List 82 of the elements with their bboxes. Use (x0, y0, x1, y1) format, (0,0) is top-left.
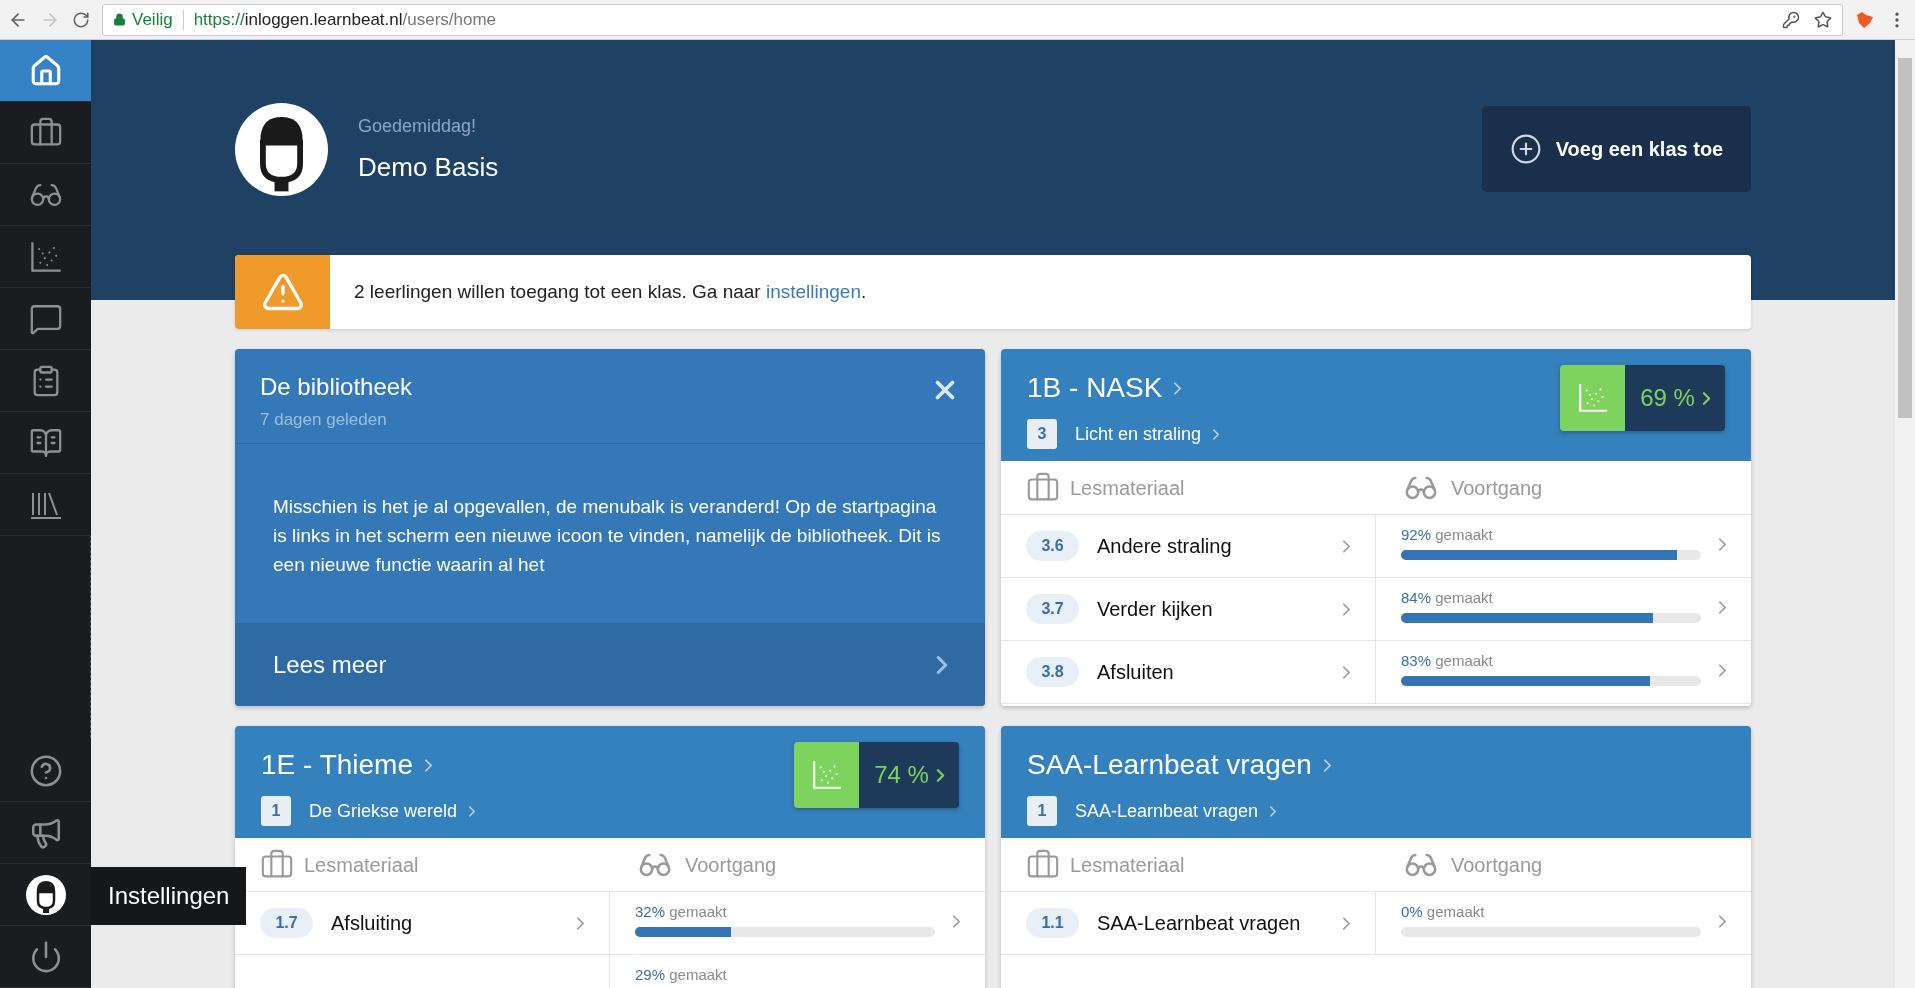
add-class-button[interactable]: Voeg een klas toe (1482, 106, 1751, 192)
chevron-icon[interactable] (953, 915, 960, 928)
chevron-icon[interactable] (1719, 915, 1726, 928)
progress-label: 83% gemaakt (1401, 651, 1494, 671)
alert-message: 2 leerlingen willen toegang tot een klas. Ga naar instellingen. (354, 279, 867, 304)
progress-label: 29% gemaakt (635, 965, 728, 985)
lesson-title: Afsluiten (1097, 660, 1174, 685)
chevron-icon (937, 655, 947, 674)
greeting: Goedemiddag! (358, 114, 478, 138)
lesson-row[interactable]: 1.7 Afsluiting (235, 892, 610, 954)
chevron-icon[interactable] (1343, 539, 1350, 553)
news-title: De bibliotheek (260, 372, 413, 402)
chapter-number: 1 (1027, 796, 1057, 826)
lesson-number: 1.1 (1026, 908, 1079, 938)
security-label: Veilig (132, 8, 173, 31)
chapter-link[interactable]: SAA-Learnbeat vragen (1075, 797, 1259, 825)
progress-label: 32% gemaakt (635, 902, 728, 922)
chevron-icon (1702, 391, 1710, 405)
chevron-icon[interactable] (1719, 664, 1726, 677)
user-name: Demo Basis (358, 150, 499, 184)
lesson-number: 3.6 (1026, 531, 1079, 561)
chapter-link[interactable]: Licht en straling (1075, 420, 1202, 448)
chapter-link[interactable]: De Griekse wereld (309, 797, 458, 825)
score-value: 69 % (1640, 383, 1695, 413)
chapter-number: 3 (1027, 419, 1057, 449)
news-time: 7 dagen geleden (260, 409, 388, 431)
score-value: 74 % (874, 760, 929, 790)
lesson-number: 3.8 (1026, 657, 1079, 687)
extension-icon[interactable] (1855, 10, 1875, 29)
lesson-row[interactable]: 3.6 Andere straling (1001, 515, 1376, 577)
lesson-number: 3.7 (1026, 594, 1079, 624)
chevron-icon (936, 768, 944, 782)
chevron-icon (469, 805, 476, 817)
address-bar[interactable]: Veilig https://inloggen.learnbeat.nl/users/home (102, 3, 1843, 36)
chapter-number: 1 (261, 796, 291, 826)
column-header: Voortgang (1451, 852, 1543, 878)
chart-icon (28, 239, 63, 274)
chevron-icon[interactable] (1719, 538, 1726, 551)
avatar-icon (25, 874, 66, 915)
settings-link[interactable]: instellingen (765, 280, 861, 302)
progress-label: 0% gemaakt (1401, 902, 1486, 922)
column-header: Voortgang (1451, 475, 1543, 501)
class-title[interactable]: SAA-Learnbeat vragen (1027, 744, 1312, 786)
avatar-icon (235, 103, 328, 196)
tooltip: Instellingen (91, 867, 247, 925)
chart-icon (810, 759, 843, 791)
url-text: https://inloggen.learnbeat.nl/users/home (193, 8, 497, 31)
lesson-row[interactable]: 3.8 Afsluiten (1001, 641, 1376, 703)
progress-label: 84% gemaakt (1401, 588, 1494, 608)
lesson-title: Verder kijken (1097, 597, 1213, 622)
class-title[interactable]: 1E - Thieme (261, 744, 413, 786)
chevron-icon (1174, 381, 1182, 395)
progress-label: 92% gemaakt (1401, 525, 1494, 545)
lesson-number: 1.7 (260, 908, 313, 938)
plus-icon (1509, 133, 1542, 165)
news-body: Misschien is het je al opgevallen, de menubalk is veranderd! Op de startpagina is links in het scherm een nieuwe icoon te vinden, namelijk de bibliotheek. Dit is een nieuwe functie waarin al het (272, 495, 942, 577)
chevron-icon (1213, 428, 1220, 440)
chevron-icon[interactable] (1343, 602, 1350, 616)
column-header: Lesmateriaal (1070, 852, 1185, 878)
column-header: Voortgang (685, 852, 777, 878)
chevron-icon[interactable] (1719, 601, 1726, 614)
read-more-button[interactable]: Lees meer (235, 623, 985, 706)
help-icon (28, 753, 63, 788)
class-title[interactable]: 1B - NASK (1027, 367, 1163, 409)
lesson-row[interactable]: 3.7 Verder kijken (1001, 578, 1376, 640)
lesson-title: SAA-Learnbeat vragen (1097, 911, 1301, 936)
chevron-icon[interactable] (577, 916, 584, 930)
star-icon[interactable] (1814, 10, 1832, 29)
chart-icon (1576, 382, 1609, 414)
chevron-icon[interactable] (1343, 916, 1350, 930)
column-header: Lesmateriaal (304, 852, 419, 878)
chevron-icon (1323, 758, 1331, 772)
lesson-title: Afsluiting (331, 911, 413, 936)
column-header: Lesmateriaal (1070, 475, 1185, 501)
chevron-icon (1270, 805, 1277, 817)
lesson-row[interactable]: 1.1 SAA-Learnbeat vragen (1001, 892, 1376, 954)
key-icon[interactable] (1782, 10, 1800, 29)
chevron-icon (425, 758, 432, 772)
reload-icon[interactable] (72, 10, 90, 29)
lesson-title: Andere straling (1097, 534, 1232, 559)
chevron-icon[interactable] (1343, 665, 1350, 679)
sidebar-item[interactable] (0, 864, 91, 926)
